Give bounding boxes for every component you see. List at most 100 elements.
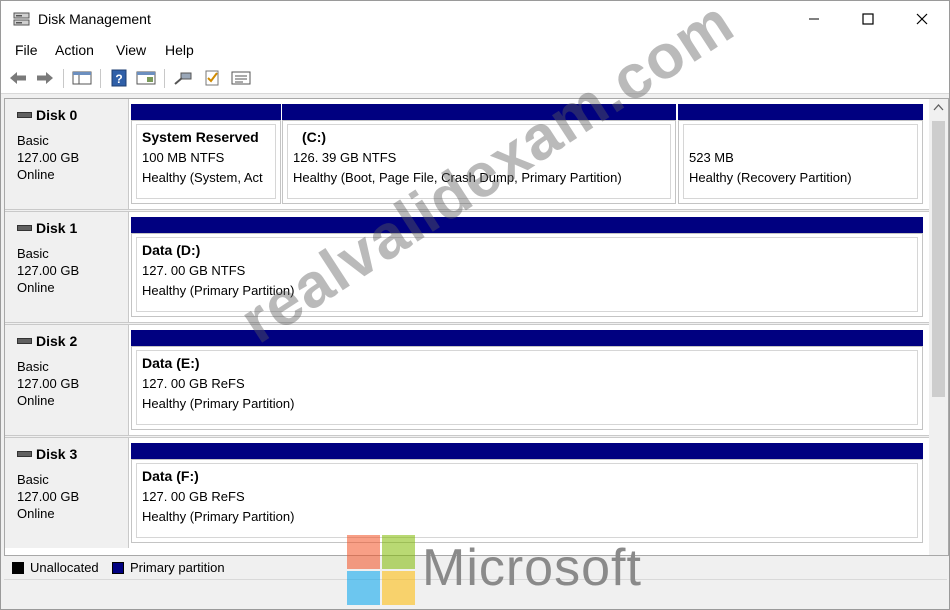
connect-icon (174, 72, 192, 85)
partition-status: Healthy (Primary Partition) (142, 396, 295, 411)
partition-color-bar (678, 104, 923, 120)
partition-d[interactable]: Data (D:) 127. 00 GB NTFS Healthy (Prima… (131, 217, 923, 317)
partition-inner: Data (D:) 127. 00 GB NTFS Healthy (Prima… (136, 237, 918, 312)
disk-row: Disk 3 Basic 127.00 GB Online Data (F:) … (5, 438, 929, 548)
menu-file[interactable]: File (15, 42, 38, 58)
partition-inner: (C:) 126. 39 GB NTFS Healthy (Boot, Page… (287, 124, 671, 199)
back-button[interactable] (8, 69, 28, 87)
partition-c[interactable]: (C:) 126. 39 GB NTFS Healthy (Boot, Page… (282, 104, 676, 204)
partition-status: Healthy (Primary Partition) (142, 283, 295, 298)
legend-label-primary: Primary partition (130, 560, 225, 575)
help-icon: ? (111, 69, 127, 87)
close-button[interactable] (895, 1, 949, 37)
partition-size: 126. 39 GB NTFS (293, 150, 397, 165)
forward-arrow-icon (37, 72, 53, 84)
microsoft-logo-icon (347, 535, 415, 605)
partition-system-reserved[interactable]: System Reserved 100 MB NTFS Healthy (Sys… (131, 104, 281, 204)
partition-body: Data (D:) 127. 00 GB NTFS Healthy (Prima… (131, 233, 923, 317)
disk-label[interactable]: Disk 3 Basic 127.00 GB Online (5, 438, 129, 548)
help-button[interactable]: ? (109, 69, 129, 87)
show-hide-console-tree-button[interactable] (72, 69, 92, 87)
disk-management-app-icon (13, 12, 30, 26)
list-view-button[interactable] (231, 69, 251, 87)
toolbar-separator (100, 69, 101, 88)
partition-name: (C:) (302, 129, 327, 145)
partition-status: Healthy (Primary Partition) (142, 509, 295, 524)
minimize-icon (809, 18, 819, 20)
partition-body: Data (E:) 127. 00 GB ReFS Healthy (Prima… (131, 346, 923, 430)
partition-color-bar (131, 443, 923, 459)
partition-color-bar (131, 104, 281, 120)
legend-swatch-primary (112, 562, 124, 574)
partition-body: Data (F:) 127. 00 GB ReFS Healthy (Prima… (131, 459, 923, 543)
maximize-icon (862, 13, 874, 25)
logo-square-red (347, 535, 380, 569)
partition-body: (C:) 126. 39 GB NTFS Healthy (Boot, Page… (282, 120, 676, 204)
partition-size: 127. 00 GB ReFS (142, 489, 245, 504)
list-view-icon (231, 71, 251, 85)
logo-square-blue (347, 571, 380, 605)
title-bar: Disk Management (1, 1, 949, 37)
disk-size: 127.00 GB (17, 376, 80, 391)
partition-name: Data (E:) (142, 355, 200, 371)
disk-name: Disk 0 (17, 107, 77, 123)
partition-f[interactable]: Data (F:) 127. 00 GB ReFS Healthy (Prima… (131, 443, 923, 543)
partition-recovery[interactable]: 523 MB Healthy (Recovery Partition) (678, 104, 923, 204)
disk-name: Disk 2 (17, 333, 77, 349)
disk-label[interactable]: Disk 0 Basic 127.00 GB Online (5, 99, 129, 209)
minimize-button[interactable] (787, 1, 841, 37)
disk-type: Basic (17, 472, 49, 487)
toolbar-separator (164, 69, 165, 88)
check-button[interactable] (202, 69, 222, 87)
toolbar: ? (1, 63, 949, 94)
menu-action[interactable]: Action (55, 42, 94, 58)
vertical-scrollbar[interactable] (929, 99, 948, 555)
close-icon (916, 13, 928, 25)
back-arrow-icon (10, 72, 26, 84)
partition-e[interactable]: Data (E:) 127. 00 GB ReFS Healthy (Prima… (131, 330, 923, 430)
disk-name: Disk 3 (17, 446, 77, 462)
console-tree-icon (72, 71, 92, 85)
disk-label[interactable]: Disk 2 Basic 127.00 GB Online (5, 325, 129, 435)
maximize-button[interactable] (841, 1, 895, 37)
menu-help[interactable]: Help (165, 42, 194, 58)
disk-icon (17, 338, 32, 344)
disk-icon (17, 225, 32, 231)
logo-square-yellow (382, 571, 415, 605)
partition-body: 523 MB Healthy (Recovery Partition) (678, 120, 923, 204)
disk-type: Basic (17, 359, 49, 374)
disk-row: Disk 2 Basic 127.00 GB Online Data (E:) … (5, 325, 929, 435)
partition-name: Data (F:) (142, 468, 199, 484)
disk-icon (17, 112, 32, 118)
forward-button[interactable] (35, 69, 55, 87)
svg-text:?: ? (115, 72, 122, 86)
partition-color-bar (282, 104, 676, 120)
partition-status: Healthy (Recovery Partition) (689, 170, 852, 185)
disk-status: Online (17, 280, 55, 295)
logo-square-green (382, 535, 415, 569)
check-icon (205, 70, 219, 86)
disk-management-window: Disk Management File Action View Help ? (0, 0, 950, 610)
scrollbar-thumb[interactable] (932, 121, 945, 397)
disk-graphical-view: Disk 0 Basic 127.00 GB Online System Res… (4, 98, 949, 556)
partition-size: 127. 00 GB NTFS (142, 263, 246, 278)
disk-size: 127.00 GB (17, 263, 80, 278)
partition-size: 100 MB NTFS (142, 150, 225, 165)
disk-status: Online (17, 393, 55, 408)
disk-status: Online (17, 167, 55, 182)
microsoft-brand-text: Microsoft (422, 539, 642, 597)
connect-button[interactable] (173, 69, 193, 87)
disk-size: 127.00 GB (17, 489, 80, 504)
properties-button[interactable] (136, 69, 156, 87)
disk-size: 127.00 GB (17, 150, 80, 165)
legend-label-unallocated: Unallocated (30, 560, 99, 575)
partition-name: Data (D:) (142, 242, 201, 258)
partition-color-bar (131, 330, 923, 346)
partition-size: 523 MB (689, 150, 734, 165)
scroll-up-arrow-icon[interactable] (933, 103, 944, 111)
toolbar-separator (63, 69, 64, 88)
menu-view[interactable]: View (116, 42, 146, 58)
menu-bar: File Action View Help (1, 37, 949, 63)
disk-icon (17, 451, 32, 457)
disk-label[interactable]: Disk 1 Basic 127.00 GB Online (5, 212, 129, 322)
